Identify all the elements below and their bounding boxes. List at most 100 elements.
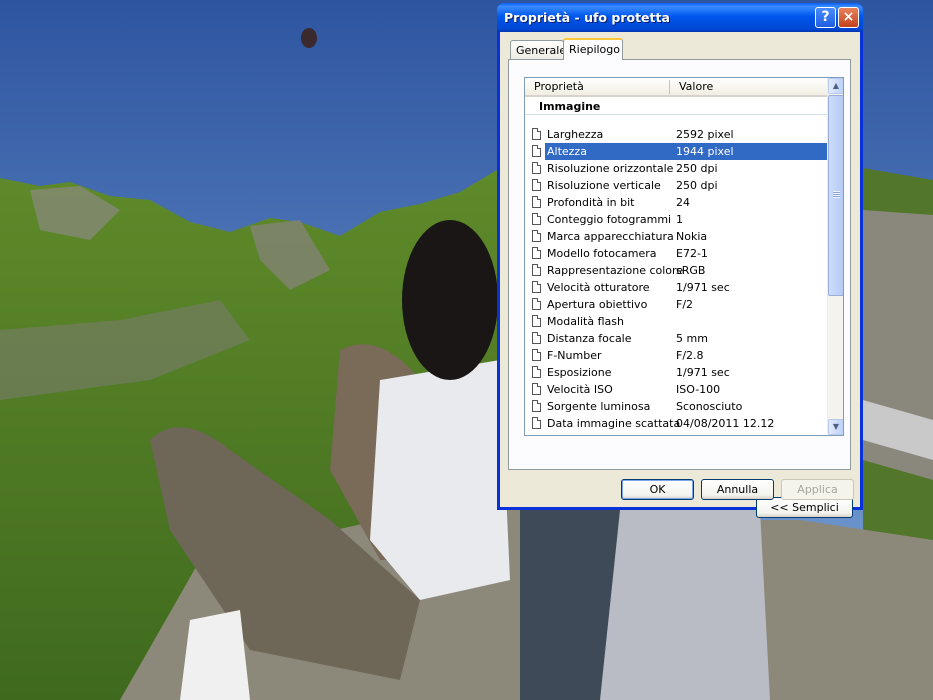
scroll-up-arrow-icon[interactable]: ▲: [828, 78, 843, 94]
document-icon: [532, 298, 541, 310]
group-header: Immagine: [525, 98, 827, 115]
document-icon: [532, 247, 541, 259]
blurred-face: [402, 220, 498, 380]
property-name: Risoluzione orizzontale: [547, 162, 674, 175]
document-icon: [532, 196, 541, 208]
property-value: 24: [676, 196, 690, 209]
document-icon: [532, 213, 541, 225]
list-header: Proprietà Valore: [525, 78, 827, 97]
property-value: 04/08/2011 12.12: [676, 417, 775, 430]
list-item[interactable]: Modalità flash: [525, 313, 827, 330]
property-name: Distanza focale: [547, 332, 632, 345]
document-icon: [532, 383, 541, 395]
property-name: Velocità otturatore: [547, 281, 650, 294]
property-value: 5 mm: [676, 332, 708, 345]
property-value: sRGB: [676, 264, 706, 277]
property-name: Modalità flash: [547, 315, 624, 328]
property-value: 1: [676, 213, 683, 226]
property-name: Conteggio fotogrammi: [547, 213, 672, 226]
list-item[interactable]: Velocità otturatore 1/971 sec: [525, 279, 827, 296]
property-value: 1/971 sec: [676, 281, 730, 294]
document-icon: [532, 230, 541, 242]
list-item[interactable]: Apertura obiettivo F/2: [525, 296, 827, 313]
property-value: 1/971 sec: [676, 366, 730, 379]
ok-button[interactable]: OK: [621, 479, 694, 500]
document-icon: [532, 366, 541, 378]
tab-panel-riepilogo: Proprietà Valore Immagine Larghezza 2592 …: [508, 59, 853, 518]
document-icon: [532, 145, 541, 157]
list-item[interactable]: Marca apparecchiatura Nokia: [525, 228, 827, 245]
ufo-object: [301, 28, 317, 48]
document-icon: [532, 315, 541, 327]
property-value: 250 dpi: [676, 162, 718, 175]
document-icon: [532, 417, 541, 429]
tab-riepilogo[interactable]: Riepilogo: [563, 38, 623, 60]
property-name: Rappresentazione colore: [547, 264, 684, 277]
document-icon: [532, 332, 541, 344]
column-header-property[interactable]: Proprietà: [534, 80, 584, 93]
property-value: 1944 pixel: [669, 143, 827, 160]
property-name: Velocità ISO: [547, 383, 613, 396]
property-name: Esposizione: [547, 366, 612, 379]
property-value: 250 dpi: [676, 179, 718, 192]
property-rows: Larghezza 2592 pixel Altezza 1944 pixel Riso…: [525, 126, 827, 432]
window-title: Proprietà - ufo protetta: [504, 10, 670, 25]
list-item[interactable]: Esposizione 1/971 sec: [525, 364, 827, 381]
property-value: [669, 313, 827, 330]
column-header-value[interactable]: Valore: [679, 80, 713, 93]
property-value: Sconosciuto: [676, 400, 743, 413]
list-item[interactable]: Velocità ISO ISO-100: [525, 381, 827, 398]
scroll-down-arrow-icon[interactable]: ▼: [828, 419, 843, 435]
apply-button[interactable]: Applica: [781, 479, 854, 500]
document-icon: [532, 179, 541, 191]
list-item[interactable]: Risoluzione verticale 250 dpi: [525, 177, 827, 194]
property-name: Marca apparecchiatura: [547, 230, 674, 243]
property-name: Altezza: [545, 143, 671, 160]
property-value: ISO-100: [676, 383, 721, 396]
property-value: E72-1: [676, 247, 708, 260]
property-name: Apertura obiettivo: [547, 298, 648, 311]
property-value: F/2: [676, 298, 694, 311]
list-item[interactable]: Data immagine scattata 04/08/2011 12.12: [525, 415, 827, 432]
document-icon: [532, 281, 541, 293]
properties-list[interactable]: Proprietà Valore Immagine Larghezza 2592 …: [524, 77, 844, 436]
list-item[interactable]: Larghezza 2592 pixel: [525, 126, 827, 143]
group-title: Immagine: [539, 100, 601, 113]
list-item[interactable]: Distanza focale 5 mm: [525, 330, 827, 347]
list-item[interactable]: F-Number F/2.8: [525, 347, 827, 364]
title-bar[interactable]: Proprietà - ufo protetta ? ×: [497, 3, 863, 32]
list-item[interactable]: Conteggio fotogrammi 1: [525, 211, 827, 228]
tab-generale[interactable]: Generale: [510, 40, 566, 59]
vertical-scrollbar[interactable]: ▲ ▼: [827, 78, 843, 435]
document-icon: [532, 349, 541, 361]
list-item[interactable]: Modello fotocamera E72-1: [525, 245, 827, 262]
close-button[interactable]: ×: [838, 7, 859, 28]
column-divider[interactable]: [669, 80, 670, 94]
cancel-button[interactable]: Annulla: [701, 479, 774, 500]
property-value: Nokia: [676, 230, 708, 243]
property-name: Profondità in bit: [547, 196, 635, 209]
document-icon: [532, 128, 541, 140]
scrollbar-thumb[interactable]: [828, 95, 843, 296]
property-name: Larghezza: [547, 128, 604, 141]
document-icon: [532, 400, 541, 412]
list-item[interactable]: Rappresentazione colore sRGB: [525, 262, 827, 279]
property-name: Sorgente luminosa: [547, 400, 651, 413]
list-item[interactable]: Profondità in bit 24: [525, 194, 827, 211]
list-item[interactable]: Sorgente luminosa Sconosciuto: [525, 398, 827, 415]
help-button[interactable]: ?: [815, 7, 836, 28]
property-name: Modello fotocamera: [547, 247, 657, 260]
properties-dialog: Proprietà - ufo protetta ? × Generale Pr…: [497, 3, 863, 518]
list-item[interactable]: Risoluzione orizzontale 250 dpi: [525, 160, 827, 177]
group-divider: [525, 114, 827, 115]
document-icon: [532, 264, 541, 276]
property-name: F-Number: [547, 349, 602, 362]
grip-icon: [833, 191, 840, 198]
property-name: Risoluzione verticale: [547, 179, 661, 192]
simple-view-button[interactable]: << Semplici: [756, 497, 853, 518]
list-item[interactable]: Altezza 1944 pixel: [525, 143, 827, 160]
property-value: 2592 pixel: [676, 128, 734, 141]
document-icon: [532, 162, 541, 174]
property-value: F/2.8: [676, 349, 704, 362]
property-name: Data immagine scattata: [547, 417, 681, 430]
